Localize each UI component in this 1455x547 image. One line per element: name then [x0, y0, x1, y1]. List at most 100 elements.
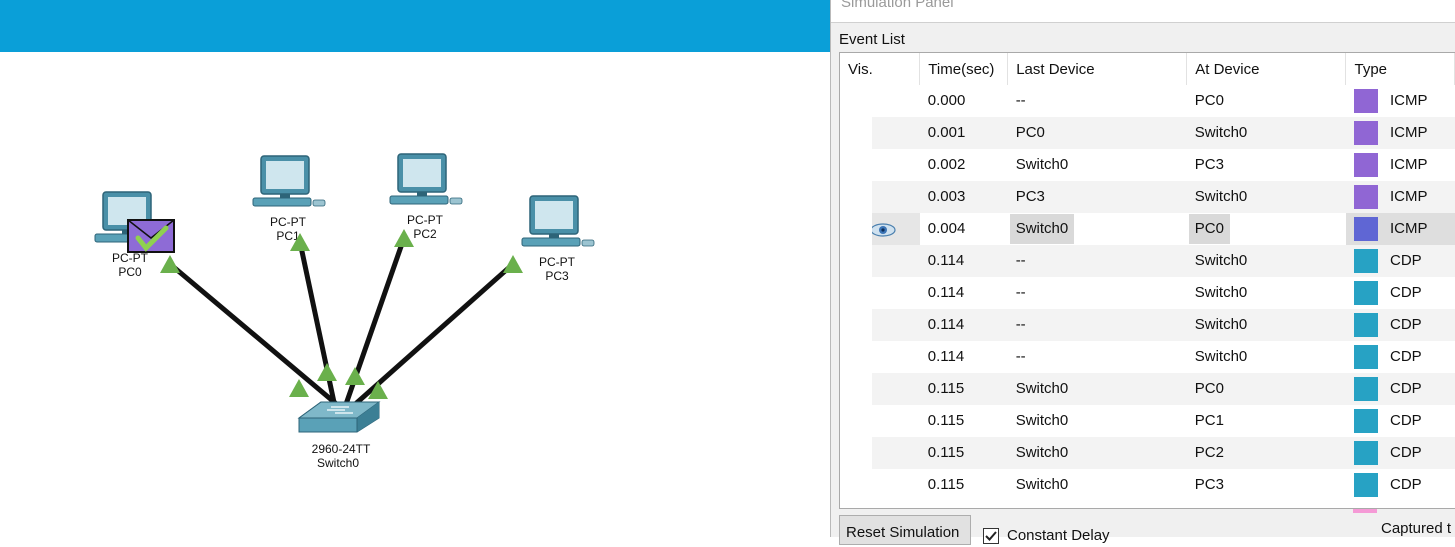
cell-time-text: 0.115 [927, 380, 965, 397]
table-row[interactable]: 0.115 Switch0 PC2 CDP [840, 437, 1455, 469]
cell-time: 0.115 [919, 373, 1008, 405]
column-header-vis[interactable]: Vis. [840, 53, 921, 85]
column-header-at-device[interactable]: At Device [1186, 53, 1347, 85]
column-header-type[interactable]: Type [1345, 53, 1455, 85]
link-up-indicator [289, 379, 309, 397]
cell-last-device: PC0 [1007, 117, 1187, 149]
cell-at-device-text: PC3 [1194, 156, 1224, 173]
cell-type-text: CDP [1389, 315, 1422, 333]
device-name-label: PC3 [545, 269, 569, 283]
cell-at-device-text: PC1 [1194, 412, 1224, 429]
pdu-color-swatch [1353, 217, 1378, 241]
pdu-color-swatch [1353, 281, 1378, 305]
device-type-label: PC-PT [539, 255, 576, 269]
pdu-color-swatch [1353, 185, 1378, 209]
checkbox-box[interactable] [983, 528, 999, 545]
table-row[interactable]: 0.002 Switch0 PC3 ICMP [840, 149, 1455, 181]
vis-gutter [840, 85, 872, 508]
constant-delay-checkbox[interactable]: Constant Delay [983, 527, 1110, 545]
table-row[interactable]: 0.004 Switch0 PC0 ICMP [840, 213, 1455, 245]
cell-last-device: -- [1008, 277, 1187, 309]
cell-last-device-text: Switch0 [1015, 412, 1069, 429]
table-row[interactable]: 0.114 -- Switch0 CDP [840, 341, 1455, 373]
cell-at-device-text: PC0 [1194, 380, 1224, 397]
cell-last-device-text: -- [1015, 284, 1026, 301]
cell-type: ICMP [1345, 213, 1455, 245]
device-type-label: PC-PT [112, 251, 149, 265]
pc-icon[interactable] [521, 195, 595, 247]
cell-last-device: -- [1007, 309, 1187, 341]
topology-canvas[interactable]: PC-PTPC0PC-PTPC1PC-PTPC2PC-PTPC32960-24T… [0, 52, 830, 537]
pdu-envelope-icon[interactable] [127, 219, 175, 253]
table-row[interactable]: 0.115 Switch0 PC3 CDP [840, 469, 1455, 501]
column-header-time[interactable]: Time(sec) [919, 53, 1009, 85]
cell-at-device-text: Switch0 [1194, 124, 1248, 141]
cell-type: CDP [1345, 437, 1455, 469]
cell-type: CDP [1345, 309, 1455, 341]
cell-time: 0.001 [919, 117, 1008, 149]
table-row[interactable]: 0.114 -- Switch0 CDP [840, 277, 1455, 309]
cell-type-text: ICMP [1389, 123, 1428, 141]
table-row[interactable]: 0.001 PC0 Switch0 ICMP [840, 117, 1455, 149]
cell-last-device-text: PC3 [1015, 188, 1045, 205]
cell-at-device-text: Switch0 [1194, 252, 1248, 269]
cell-at-device: Switch0 [1186, 245, 1346, 277]
table-row[interactable]: 0.115 Switch0 PC0 CDP [840, 373, 1455, 405]
cell-type: CDP [1346, 469, 1455, 501]
cell-time: 0.115 [920, 405, 1008, 437]
table-row[interactable]: 0.000 -- PC0 ICMP [840, 85, 1455, 117]
cell-time-text: 0.003 [927, 188, 966, 205]
reset-simulation-button[interactable]: Reset Simulation [839, 515, 971, 545]
switch-icon[interactable] [297, 401, 381, 433]
cell-time-text: 0.001 [927, 124, 966, 141]
pc-icon[interactable] [252, 155, 326, 207]
logical-workspace[interactable]: PC-PT PC0 PC-PT PC1 PC-PT PC2 PC-PT PC3 2960-24T… [0, 52, 830, 537]
table-row[interactable]: 0.114 -- Switch0 CDP [840, 309, 1455, 341]
cell-at-device-text: PC0 [1188, 214, 1230, 244]
cell-last-device: -- [1008, 341, 1187, 373]
table-row[interactable]: 0.003 PC3 Switch0 ICMP [840, 181, 1455, 213]
ethernet-link[interactable] [168, 262, 342, 409]
cell-type-text: CDP [1389, 379, 1422, 397]
cell-type-text: ICMP [1389, 155, 1428, 173]
link-up-indicator [345, 367, 365, 385]
cell-at-device-text: PC2 [1194, 444, 1224, 461]
cell-time: 0.000 [920, 85, 1008, 117]
cell-last-device-text: Switch0 [1015, 156, 1069, 173]
event-list-table[interactable]: Vis. Time(sec) Last Device At Device Typ… [839, 52, 1455, 509]
link-up-indicator [503, 255, 523, 273]
cell-type: CDP [1346, 405, 1455, 437]
cell-at-device: PC3 [1187, 469, 1346, 501]
workspace-toolbar [0, 0, 832, 52]
cell-type: ICMP [1345, 117, 1455, 149]
cell-last-device-text: Switch0 [1009, 214, 1075, 244]
cell-at-device-text: PC3 [1194, 476, 1224, 493]
pdu-color-swatch [1353, 441, 1378, 465]
cell-last-device-text: Switch0 [1015, 380, 1069, 397]
cell-last-device: Switch0 [1008, 149, 1187, 181]
cell-at-device: Switch0 [1186, 309, 1346, 341]
column-header-last-device[interactable]: Last Device [1007, 53, 1188, 85]
cell-time: 0.115 [920, 469, 1008, 501]
cell-time-text: 0.115 [927, 412, 965, 429]
link-up-indicator [317, 363, 337, 381]
device-name-label: Switch0 [317, 456, 359, 470]
cell-last-device: PC3 [1007, 181, 1187, 213]
cell-type: ICMP [1346, 85, 1455, 117]
device-type-label: 2960-24TT [312, 442, 371, 456]
cell-type-text: CDP [1389, 443, 1422, 461]
cell-time: 0.003 [919, 181, 1008, 213]
table-row[interactable]: 0.114 -- Switch0 CDP [840, 245, 1455, 277]
table-row[interactable]: 0.115 Switch0 PC1 CDP [840, 405, 1455, 437]
pdu-color-swatch [1353, 473, 1378, 497]
cell-time-text: 0.002 [927, 156, 966, 173]
pdu-color-swatch [1353, 249, 1378, 273]
cell-last-device: Switch0 [1007, 213, 1187, 245]
cell-last-device: Switch0 [1008, 469, 1187, 501]
cell-at-device: Switch0 [1186, 181, 1346, 213]
cell-last-device-text: Switch0 [1015, 444, 1069, 461]
pc-icon[interactable] [389, 153, 463, 205]
ethernet-link[interactable] [297, 241, 338, 408]
pdu-color-swatch-partial [1353, 509, 1377, 513]
cell-type-text: CDP [1389, 475, 1422, 493]
